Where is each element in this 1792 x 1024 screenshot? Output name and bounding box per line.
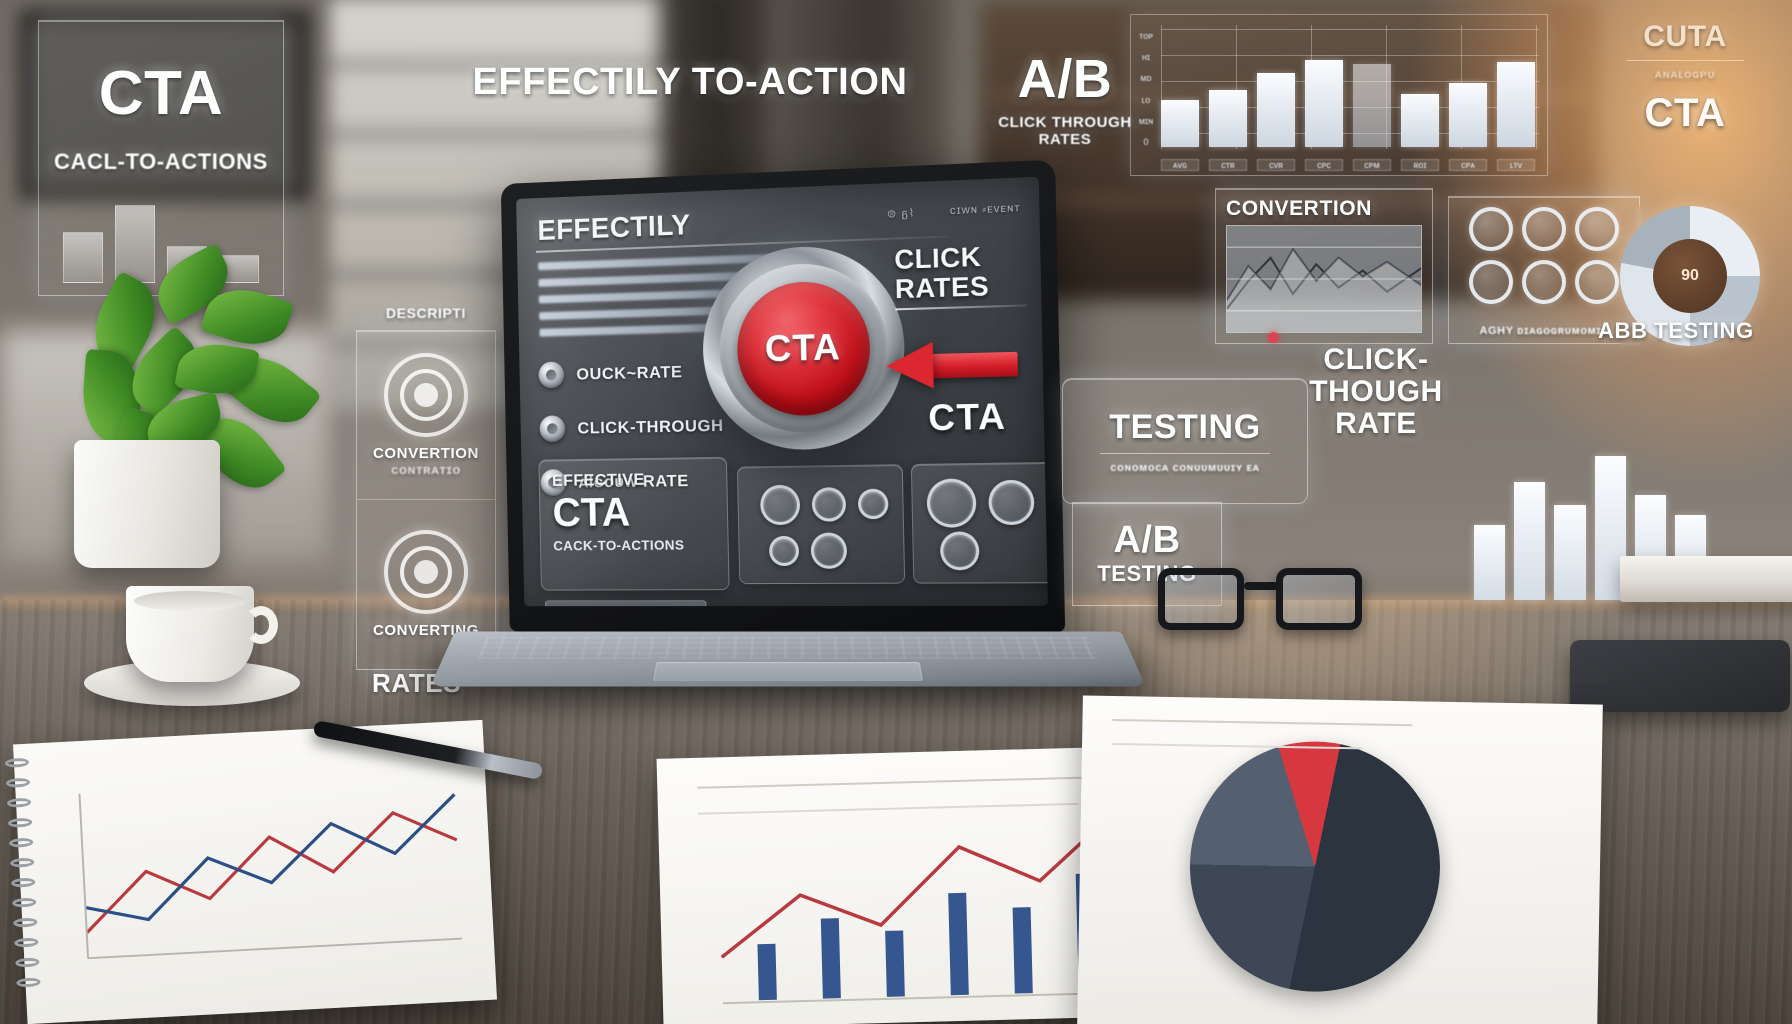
ab-banner-title: A/B xyxy=(1017,49,1113,109)
donut-center-label: 90 xyxy=(1653,239,1727,313)
holo-panel-ab-banner[interactable]: A/B CLICK THROUGH RATES xyxy=(980,52,1150,162)
laptop[interactable]: EFFECTILY ⊜ ᵷ⌇ ᴄɪᴡɴ ⸗ᴇᴠᴇɴᴛ OUCK~RATE CLI… xyxy=(430,159,1146,692)
ab-testing-label: ABB TESTING xyxy=(1598,318,1754,343)
laptop-screen[interactable]: EFFECTILY ⊜ ᵷ⌇ ᴄɪᴡɴ ⸗ᴇᴠᴇɴᴛ OUCK~RATE CLI… xyxy=(516,176,1048,607)
cup-rim xyxy=(134,591,246,611)
lens-left xyxy=(1158,568,1244,630)
smartphone xyxy=(1570,640,1790,712)
ring-icon xyxy=(939,531,980,571)
click-rates-line1: CLICK xyxy=(894,241,982,275)
glasses-bridge xyxy=(1244,582,1278,590)
cta-button-face: CTA xyxy=(735,279,871,417)
left-panel-title: CTA xyxy=(98,59,224,128)
circle-icon-6[interactable] xyxy=(1575,260,1619,304)
ring-icon xyxy=(988,479,1035,526)
screen-progress-bar[interactable] xyxy=(544,600,707,607)
ring-icon xyxy=(811,487,847,522)
cta-callout-label: CTA xyxy=(927,395,1007,439)
laptop-base xyxy=(430,631,1146,687)
notebook-line-chart xyxy=(71,761,470,971)
chart-click-through-rates[interactable]: ᴛᴏᴘ ʜɪ ᴍᴅ ʟᴏ ᴍɪɴ 0 ᴀᴠɢ ᴄᴛʀ ᴄᴠʀ ᴄᴘᴄ ᴄᴘᴍ ʀᴏɪ ᴄᴘᴀ ʟᴛᴠ xyxy=(1130,14,1548,176)
testing-card-divider xyxy=(1100,453,1270,454)
eyeglasses xyxy=(1158,560,1368,650)
laptop-trackpad[interactable] xyxy=(652,662,923,682)
testing-card-subtitle: ᴄᴏɴᴏᴍᴏᴄᴀ ᴄᴏɴᴜᴜᴍᴜᴜɪʏ ᴇᴀ xyxy=(1110,462,1260,474)
ring-icon xyxy=(857,488,889,520)
icon-grid xyxy=(1459,207,1629,304)
coffee-cup xyxy=(126,586,278,682)
circle-icon-3[interactable] xyxy=(1575,207,1619,251)
report-sheet-right xyxy=(1077,695,1603,1024)
stacked-papers xyxy=(1620,556,1792,602)
ab-banner-subtitle: CLICK THROUGH RATES xyxy=(998,114,1132,148)
left-panel-subtitle: CACL-TO-ACTIONS xyxy=(54,149,268,174)
effective-card-line2: CTA xyxy=(552,488,631,535)
click-rates-underline xyxy=(895,304,1027,311)
target-icon-2 xyxy=(384,530,468,614)
screen-top-icon-2[interactable]: ᴄɪᴡɴ ⸗ᴇᴠᴇɴᴛ xyxy=(950,202,1021,218)
laptop-keyboard[interactable] xyxy=(477,636,1099,659)
cta-button-label: CTA xyxy=(764,326,842,370)
circle-icon-1[interactable] xyxy=(1469,207,1513,251)
list-item-label: CLICK-THROUGH xyxy=(577,415,724,438)
cup-handle xyxy=(244,606,278,644)
screen-top-icons[interactable]: ⊜ ᵷ⌇ ᴄɪᴡɴ ⸗ᴇᴠᴇɴᴛ xyxy=(887,202,1021,221)
conversion-panel-header: DESCRIPTI xyxy=(385,305,467,321)
screen-top-icon-1[interactable]: ⊜ ᵷ⌇ xyxy=(887,206,915,220)
cuta-line3: CTA xyxy=(1644,91,1726,135)
click-through-rate-callout: CLICK- THOUGH RATE xyxy=(1268,332,1476,440)
effective-cta-card[interactable]: EFFECTIVE CTA CACK-TO-ACTIONS xyxy=(538,456,730,591)
screen-icon-card-right[interactable] xyxy=(910,461,1048,584)
convertion-area-chart xyxy=(1226,225,1422,333)
banner-headline: EFFECTILY TO-ACTION xyxy=(472,61,908,103)
ab-card-line1: A/B xyxy=(1113,519,1181,561)
screenshot-scene: CTA CACL-TO-ACTIONS EFFECTILY TO-ACTION … xyxy=(0,0,1792,1024)
cuta-line1: CUTA xyxy=(1643,20,1727,53)
screen-title: EFFECTILY xyxy=(537,209,691,247)
conversion-cell-1-sublabel: ᴄᴏɴᴛʀᴀᴛɪᴏ xyxy=(391,462,461,477)
effective-card-line3: CACK-TO-ACTIONS xyxy=(553,536,685,554)
ring-icon xyxy=(810,532,848,569)
lens-right xyxy=(1276,568,1362,630)
testing-card-title: TESTING xyxy=(1109,408,1261,446)
ring-icon xyxy=(759,484,801,526)
holo-banner-headline: EFFECTILY TO-ACTION xyxy=(410,38,970,126)
effective-card-line1: EFFECTIVE xyxy=(551,469,645,490)
holo-panel-convertion[interactable]: CONVERTION xyxy=(1215,188,1433,344)
holo-panel-testing[interactable]: TESTING ᴄᴏɴᴏᴍᴏᴄᴀ ᴄᴏɴᴜᴜᴍᴜᴜɪʏ ᴇᴀ xyxy=(1062,378,1308,504)
circle-icon-4[interactable] xyxy=(1469,260,1513,304)
click-rates-heading: CLICK RATES xyxy=(894,241,1027,311)
cuta-line2: ᴀɴᴀʟᴏɢᴘᴜ xyxy=(1654,67,1716,81)
conversion-cell-1[interactable]: CONVERTION ᴄᴏɴᴛʀᴀᴛɪᴏ xyxy=(357,331,495,500)
laptop-lid: EFFECTILY ⊜ ᵷ⌇ ᴄɪᴡɴ ⸗ᴇᴠᴇɴᴛ OUCK~RATE CLI… xyxy=(500,159,1066,633)
cta-button-bezel: CTA xyxy=(718,261,889,434)
chart-y-tick-labels: ᴛᴏᴘ ʜɪ ᴍᴅ ʟᴏ ᴍɪɴ 0 xyxy=(1138,31,1154,147)
circle-icon-5[interactable] xyxy=(1522,260,1566,304)
holo-panel-conversion-left[interactable]: DESCRIPTI CONVERTION ᴄᴏɴᴛʀᴀᴛɪᴏ CONVERTIN… xyxy=(356,305,496,670)
circle-icon-2[interactable] xyxy=(1522,207,1566,251)
click-rates-line2: RATES xyxy=(894,270,990,305)
marker-dot-icon xyxy=(1268,332,1279,343)
notebook xyxy=(4,719,498,1024)
conversion-cell-1-label: CONVERTION xyxy=(372,445,479,462)
holo-panel-cuta[interactable]: CUTA ᴀɴᴀʟᴏɢᴘᴜ CTA xyxy=(1600,20,1770,188)
report-right-lines xyxy=(1112,719,1413,750)
bullet-icon xyxy=(539,415,566,443)
screen-icon-card-middle[interactable] xyxy=(736,464,906,585)
bullet-icon xyxy=(538,361,565,389)
chart-x-tick-labels: ᴀᴠɢ ᴄᴛʀ ᴄᴠʀ ᴄᴘᴄ ᴄᴘᴍ ʀᴏɪ ᴄᴘᴀ ʟᴛᴠ xyxy=(1161,159,1535,171)
ring-icon xyxy=(768,535,800,567)
list-item-label: OUCK~RATE xyxy=(576,361,683,384)
ctr-line1: CLICK- xyxy=(1323,343,1429,376)
red-arrow-icon xyxy=(885,340,1018,390)
chart-bars xyxy=(1161,29,1535,147)
target-icon xyxy=(384,353,468,437)
ring-icon xyxy=(926,478,977,528)
ctr-line3: RATE xyxy=(1335,406,1417,440)
plant-pot xyxy=(74,440,220,568)
cuta-divider xyxy=(1626,60,1744,61)
convertion-card-title: CONVERTION xyxy=(1226,197,1373,220)
ctr-line2: THOUGH xyxy=(1309,374,1443,408)
